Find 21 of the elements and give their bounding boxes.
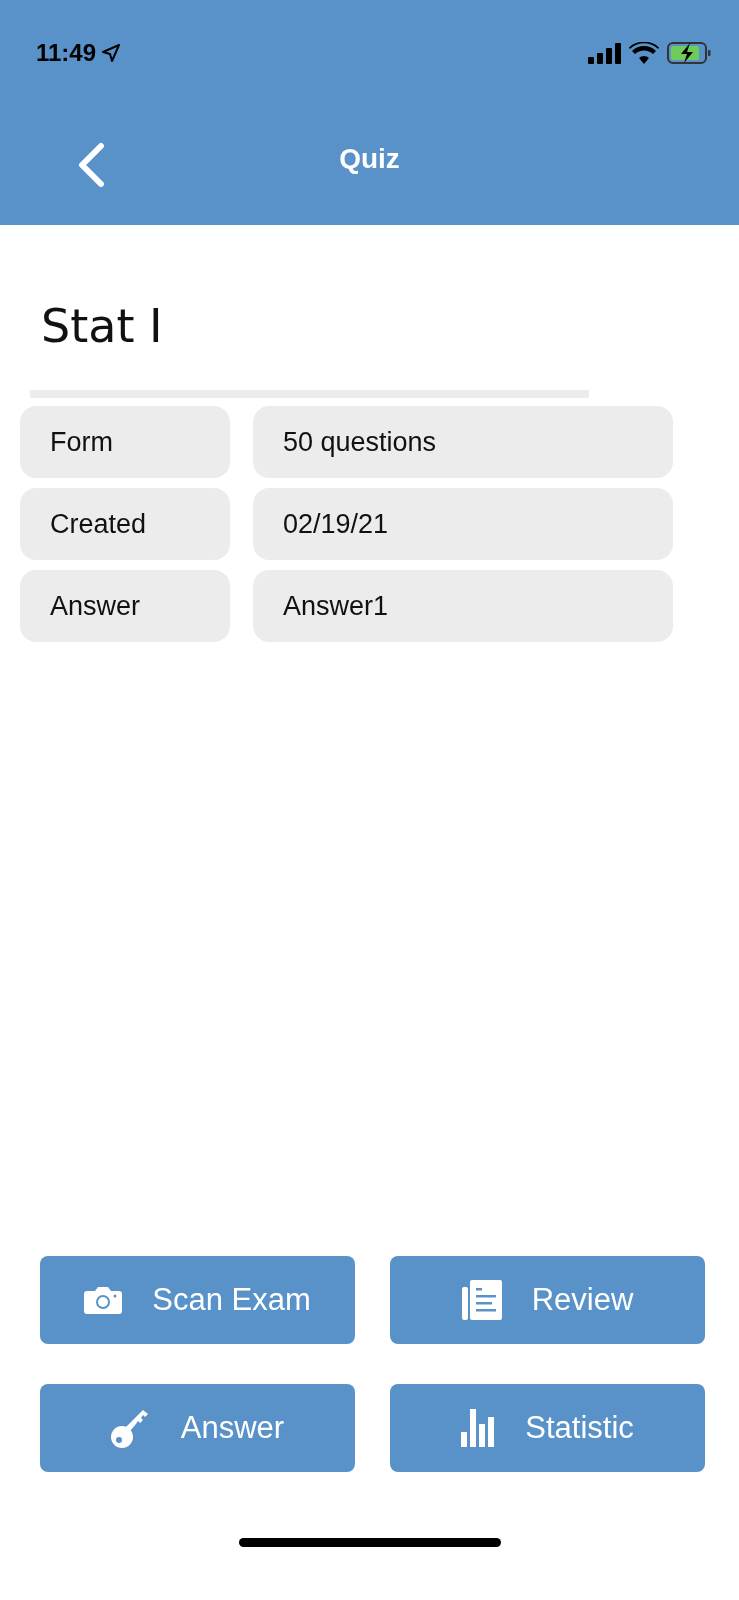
detail-label: Created <box>20 488 230 560</box>
bar-chart-icon <box>461 1409 496 1447</box>
location-arrow-icon <box>102 44 121 62</box>
screen-title: Quiz <box>339 142 400 175</box>
detail-value: Answer1 <box>253 570 673 642</box>
detail-value: 50 questions <box>253 406 673 478</box>
camera-icon <box>84 1286 123 1314</box>
action-button[interactable]: Scan Exam <box>40 1256 355 1344</box>
detail-label: Answer <box>20 570 230 642</box>
wifi-icon <box>629 42 659 64</box>
action-button[interactable]: Review <box>390 1256 705 1344</box>
signal-icon <box>588 42 621 64</box>
action-button[interactable]: Statistic <box>390 1384 705 1472</box>
quiz-name: Stat I <box>40 298 164 355</box>
detail-label: Form <box>20 406 230 478</box>
battery-charging-icon <box>667 42 711 64</box>
action-button[interactable]: Answer <box>40 1384 355 1472</box>
detail-value: 02/19/21 <box>253 488 673 560</box>
status-time: 11:49 <box>36 39 121 67</box>
key-icon <box>110 1408 151 1448</box>
document-icon <box>461 1280 502 1320</box>
